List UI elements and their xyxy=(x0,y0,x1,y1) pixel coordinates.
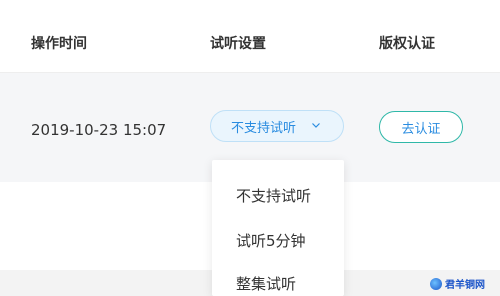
dropdown-option-5min-preview[interactable]: 试听5分钟 xyxy=(236,230,306,251)
preview-setting-value: 不支持试听 xyxy=(231,120,297,136)
chevron-down-icon xyxy=(312,123,320,128)
dropdown-option-full-episode[interactable]: 整集试听 xyxy=(236,273,296,294)
operation-time-cell: 2019-10-23 15:07 xyxy=(31,121,167,139)
preview-setting-select[interactable]: 不支持试听 xyxy=(210,110,344,142)
preview-setting-dropdown: 不支持试听 试听5分钟 整集试听 xyxy=(212,160,344,296)
dropdown-option-no-preview[interactable]: 不支持试听 xyxy=(236,185,311,206)
watermark: 君羊铜网 xyxy=(430,276,485,291)
certify-button[interactable]: 去认证 xyxy=(379,111,463,143)
header-operation-time: 操作时间 xyxy=(31,36,87,52)
header-preview-settings: 试听设置 xyxy=(210,36,266,52)
watermark-text: 君羊铜网 xyxy=(445,280,485,291)
watermark-logo-icon xyxy=(430,277,442,290)
table-header: 操作时间 试听设置 版权认证 xyxy=(0,0,500,73)
header-copyright-cert: 版权认证 xyxy=(379,36,435,52)
